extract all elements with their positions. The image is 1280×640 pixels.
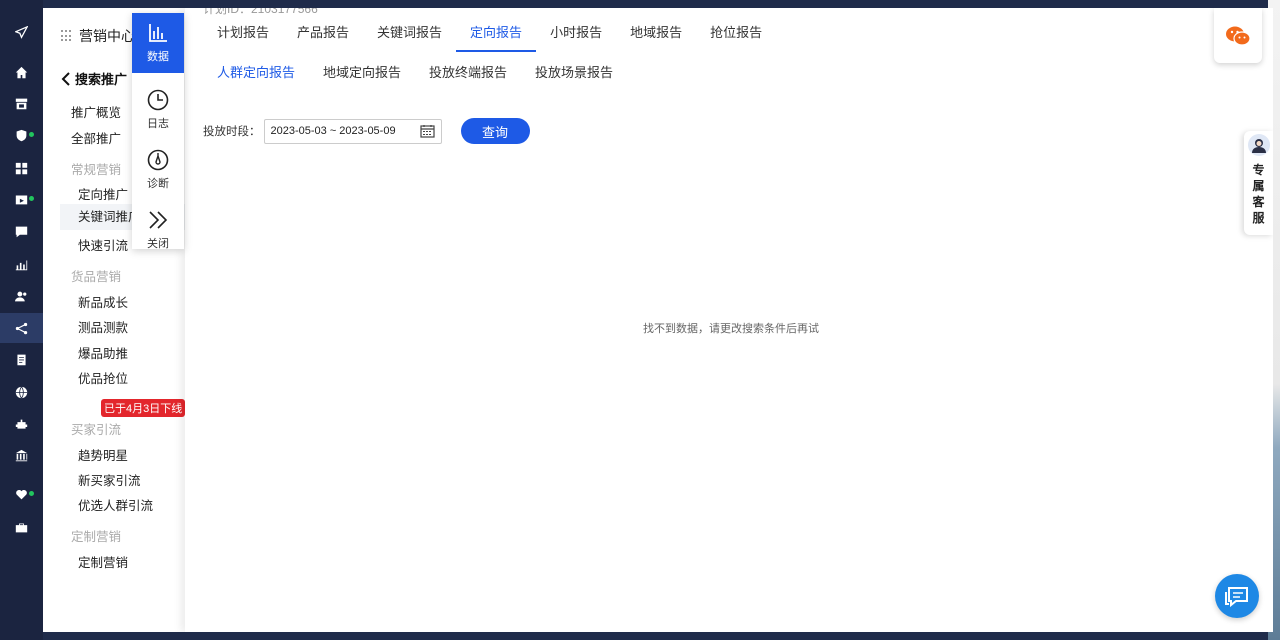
nav-item-trend[interactable]: 趋势明星 (78, 445, 128, 464)
nav-header: 营销中心 (61, 26, 135, 46)
clock-icon (147, 89, 169, 111)
nav-group-regular: 常规营销 (71, 163, 122, 177)
chevron-left-icon (61, 71, 70, 86)
offline-badge: 已于4月3日下线 (101, 399, 186, 417)
subtab-scene[interactable]: 投放场景报告 (521, 62, 627, 81)
nav-item-quick[interactable]: 快速引流 (78, 235, 128, 254)
nav-item-hot[interactable]: 爆品助推 (78, 343, 128, 362)
calendar-icon[interactable] (419, 124, 435, 138)
nav-item-crowd[interactable]: 优选人群引流 (78, 495, 153, 514)
users-icon[interactable] (0, 284, 43, 308)
home-icon[interactable] (0, 60, 43, 84)
nav-item-all[interactable]: 全部推广 (71, 128, 121, 147)
tab-targeting-report[interactable]: 定向报告 (456, 22, 537, 52)
chat-button[interactable] (1215, 574, 1259, 618)
nav-group-goods: 货品营销 (71, 270, 122, 284)
apps-icon[interactable] (0, 156, 43, 180)
nav-group-buyer: 买家引流 (71, 423, 122, 437)
subtab-crowd[interactable]: 人群定向报告 (203, 62, 309, 81)
nav-item-quality[interactable]: 优品抢位 (78, 368, 128, 387)
nav-title: 营销中心 (79, 28, 135, 44)
nav-item-custom[interactable]: 定制营销 (78, 552, 128, 571)
nav-item-targeted[interactable]: 定向推广 (78, 184, 128, 203)
main-content: 计划ID：2103177566 计划报告 产品报告 关键词报告 定向报告 小时报… (185, 8, 1273, 632)
status-dot (29, 491, 34, 496)
service-avatar-icon (1247, 134, 1270, 156)
nav-item-overview[interactable]: 推广概览 (71, 102, 121, 121)
wechat-card[interactable] (1214, 8, 1262, 63)
date-range-input[interactable]: 2023-05-03 ~ 2023-05-09 (263, 118, 442, 144)
tab-keyword-report[interactable]: 关键词报告 (363, 22, 456, 52)
clipboard-icon[interactable] (0, 347, 43, 371)
briefcase-icon[interactable] (0, 515, 43, 539)
bar-chart-icon[interactable] (0, 252, 43, 276)
tab-region-report[interactable]: 地域报告 (616, 22, 696, 52)
robot-icon[interactable] (0, 412, 43, 436)
sub-tabs: 人群定向报告 地域定向报告 投放终端报告 投放场景报告 (203, 62, 627, 81)
nav-item-new-buyer[interactable]: 新买家引流 (78, 470, 141, 489)
globe-icon[interactable] (0, 380, 43, 404)
service-label: 专属客服 (1252, 163, 1265, 225)
nav-item-test[interactable]: 测品测款 (78, 317, 128, 336)
tool-panel: 数据 日志 诊断 关闭 (132, 13, 184, 251)
tool-close[interactable]: 关闭 (132, 209, 184, 251)
filter-label: 投放时段： (203, 126, 261, 138)
plan-id: 计划ID：2103177566 (203, 8, 318, 16)
subtab-device[interactable]: 投放终端报告 (415, 62, 521, 81)
share-icon[interactable] (0, 313, 43, 343)
store-icon[interactable] (0, 91, 43, 115)
tool-data-label: 数据 (147, 51, 169, 63)
chat-icon (1225, 587, 1248, 608)
tool-close-label: 关闭 (147, 238, 169, 250)
status-dot (29, 196, 34, 201)
tab-rank-report[interactable]: 抢位报告 (696, 22, 776, 52)
status-dot (29, 132, 34, 137)
empty-state-text: 找不到数据，请更改搜索条件后再试 (643, 323, 819, 335)
shield-icon[interactable] (0, 123, 43, 147)
tool-log[interactable]: 日志 (132, 89, 184, 131)
wechat-icon (1226, 26, 1251, 46)
nav-item-new-growth[interactable]: 新品成长 (78, 292, 128, 311)
video-icon[interactable] (0, 187, 43, 211)
tab-product-report[interactable]: 产品报告 (283, 22, 363, 52)
tool-data[interactable]: 数据 (132, 13, 184, 73)
send-icon[interactable] (0, 20, 43, 44)
nav-group-custom: 定制营销 (71, 530, 122, 544)
tab-hourly-report[interactable]: 小时报告 (536, 22, 616, 52)
grid-menu-icon[interactable] (61, 30, 73, 42)
heart-icon[interactable] (0, 482, 43, 506)
tool-diagnose[interactable]: 诊断 (132, 149, 184, 191)
back-link[interactable]: 搜索推广 (61, 69, 127, 88)
customer-service-tab[interactable]: 专属客服 (1244, 131, 1273, 235)
message-icon[interactable] (0, 219, 43, 243)
date-filter: 投放时段： 2023-05-03 ~ 2023-05-09 查询 (203, 118, 530, 144)
back-label: 搜索推广 (75, 72, 128, 87)
tool-diagnose-label: 诊断 (147, 178, 169, 190)
gauge-icon (147, 149, 169, 171)
tab-plan-report[interactable]: 计划报告 (203, 22, 283, 52)
bar-chart-icon (149, 24, 167, 42)
tool-log-label: 日志 (147, 118, 169, 130)
subtab-region[interactable]: 地域定向报告 (309, 62, 415, 81)
date-range-value: 2023-05-03 ~ 2023-05-09 (270, 125, 396, 137)
double-chevron-right-icon (149, 211, 168, 229)
app-frame: 营销中心 搜索推广 推广概览 全部推广 常规营销 定向推广 关键词推广 快速引流… (43, 8, 1273, 632)
report-tabs: 计划报告 产品报告 关键词报告 定向报告 小时报告 地域报告 抢位报告 (203, 22, 776, 52)
icon-rail (0, 0, 43, 640)
bank-icon[interactable] (0, 443, 43, 467)
query-button[interactable]: 查询 (460, 118, 530, 144)
